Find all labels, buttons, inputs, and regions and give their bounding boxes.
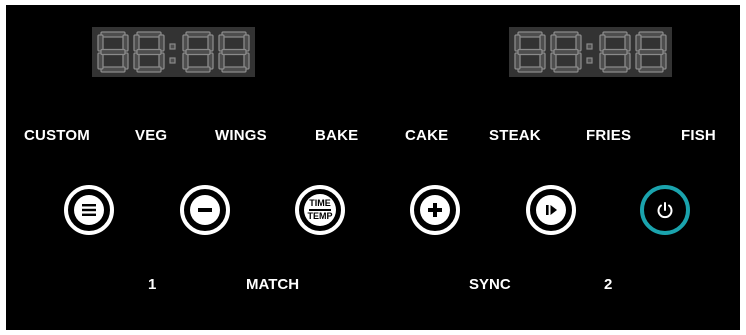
power-icon	[657, 202, 673, 219]
left-display	[92, 27, 255, 77]
digit-4-segment-b	[660, 34, 667, 52]
digit-2-segment-b	[575, 34, 582, 52]
digit-4-segment-a	[221, 31, 247, 38]
digit-1-segment-a	[100, 31, 126, 38]
time-label: TIME	[309, 198, 331, 208]
start-pause-button[interactable]	[526, 185, 576, 235]
digit-1-segment-a	[517, 31, 543, 38]
plus-icon	[420, 195, 450, 225]
preset-fries[interactable]: FRIES	[586, 127, 631, 144]
time-temp-icon: TIME TEMP	[304, 194, 336, 226]
digit-2-segment-e	[133, 52, 140, 70]
digit-3-segment-a	[602, 31, 628, 38]
digit-1-segment-d	[100, 66, 126, 73]
digit-3-segment-e	[599, 52, 606, 70]
digit-4-segment-e	[218, 52, 225, 70]
digit-2-segment-g	[553, 48, 579, 56]
digit-2-segment-a	[136, 31, 162, 38]
digit-3-segment-g	[602, 48, 628, 56]
digit-4-segment-e	[635, 52, 642, 70]
digit-1-segment-e	[97, 52, 104, 70]
digit-4-segment-g	[221, 48, 247, 56]
plus-button[interactable]	[410, 185, 460, 235]
preset-veg[interactable]: VEG	[135, 127, 167, 144]
digit-1-segment-b	[539, 34, 546, 52]
match-button[interactable]: MATCH	[246, 276, 299, 293]
digit-4-segment-a	[638, 31, 664, 38]
digit-2-segment-d	[553, 66, 579, 73]
digit-1-segment-f	[514, 34, 521, 52]
colon-dot-2	[169, 57, 176, 64]
digit-3-segment-b	[207, 34, 214, 52]
minus-icon	[190, 195, 220, 225]
digit-1-segment-g	[517, 48, 543, 56]
minus-button[interactable]	[180, 185, 230, 235]
menu-icon	[74, 195, 104, 225]
temp-label: TEMP	[307, 211, 333, 221]
left-display-digits	[97, 31, 250, 73]
digit-1-segment-e	[514, 52, 521, 70]
preset-wings[interactable]: WINGS	[215, 127, 267, 144]
digit-2-segment-d	[136, 66, 162, 73]
digit-3-segment-a	[185, 31, 211, 38]
power-button[interactable]	[640, 185, 690, 235]
digit-4-segment-d	[221, 66, 247, 73]
digit-3-segment-e	[182, 52, 189, 70]
digit-4-segment-f	[635, 34, 642, 52]
digit-4-segment-f	[218, 34, 225, 52]
preset-custom[interactable]: CUSTOM	[24, 127, 90, 144]
colon-dot-2	[586, 57, 593, 64]
time-temp-button[interactable]: TIME TEMP	[295, 185, 345, 235]
digit-3-segment-g	[185, 48, 211, 56]
digit-3-segment-d	[185, 66, 211, 73]
digit-1-segment-b	[122, 34, 129, 52]
zone-1-button[interactable]: 1	[148, 276, 156, 293]
colon-dot-1	[586, 43, 593, 50]
digit-3-segment-f	[182, 34, 189, 52]
right-display	[509, 27, 672, 77]
digit-2-segment-f	[133, 34, 140, 52]
zone-2-button[interactable]: 2	[604, 276, 612, 293]
preset-bake[interactable]: BAKE	[315, 127, 358, 144]
menu-button[interactable]	[64, 185, 114, 235]
colon-dot-1	[169, 43, 176, 50]
start-pause-icon	[536, 195, 566, 225]
preset-fish[interactable]: FISH	[681, 127, 716, 144]
digit-3-segment-b	[624, 34, 631, 52]
digit-2-segment-e	[550, 52, 557, 70]
control-panel: CUSTOM VEG WINGS BAKE CAKE STEAK FRIES F…	[6, 5, 740, 330]
preset-steak[interactable]: STEAK	[489, 127, 541, 144]
digit-2-segment-f	[550, 34, 557, 52]
digit-2-segment-g	[136, 48, 162, 56]
digit-4-segment-g	[638, 48, 664, 56]
digit-1-segment-g	[100, 48, 126, 56]
digit-1-segment-f	[97, 34, 104, 52]
preset-cake[interactable]: CAKE	[405, 127, 448, 144]
digit-1-segment-d	[517, 66, 543, 73]
sync-button[interactable]: SYNC	[469, 276, 511, 293]
right-display-digits	[514, 31, 667, 73]
digit-2-segment-a	[553, 31, 579, 38]
digit-3-segment-d	[602, 66, 628, 73]
digit-3-segment-f	[599, 34, 606, 52]
digit-4-segment-b	[243, 34, 250, 52]
preset-row: CUSTOM VEG WINGS BAKE CAKE STEAK FRIES F…	[6, 127, 740, 149]
digit-4-segment-d	[638, 66, 664, 73]
digit-2-segment-b	[158, 34, 165, 52]
